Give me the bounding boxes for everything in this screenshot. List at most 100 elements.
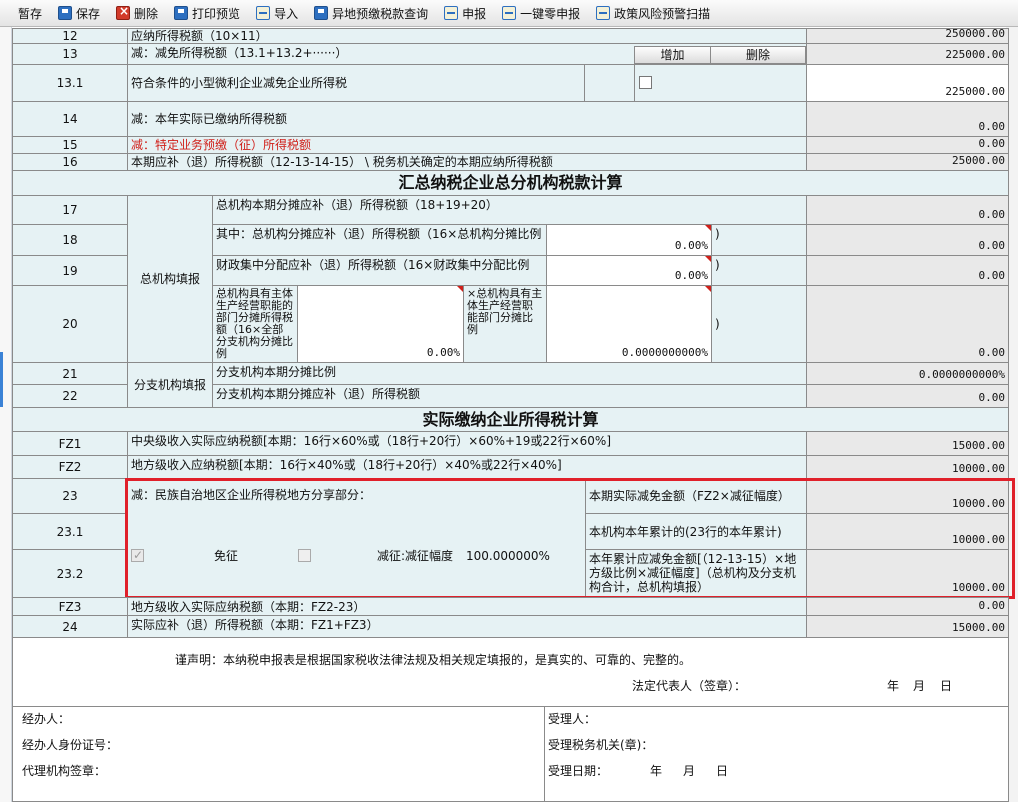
receive-date-label: 受理日期： <box>548 764 609 778</box>
risk-scan-label: 政策风险预警扫描 <box>614 6 711 21</box>
row-22-value: 0.00 <box>806 384 1009 408</box>
row-22-label: 分支机构本期分摊应补（退）所得税额 <box>212 384 807 408</box>
row-fz3-value: 0.00 <box>806 597 1009 616</box>
remote-prepay-query-label: 异地预缴税款查询 <box>332 6 429 21</box>
row-21-number: 21 <box>12 362 128 385</box>
row-fz1-label: 中央级收入实际应纳税额[本期：16行×60%或（18行+20行）×60%+19或… <box>127 431 807 456</box>
row-13-1-blank <box>584 64 635 102</box>
row-19-close: ) <box>711 255 807 286</box>
print-preview-button[interactable]: 打印预览 <box>168 2 246 24</box>
row-18-ratio[interactable]: 0.00% <box>546 224 712 256</box>
query-icon <box>314 6 329 20</box>
declaration-statement: 谨声明：本纳税申报表是根据国家税收法律法规及相关规定填报的，是真实的、可靠的、完… <box>175 653 692 667</box>
row-13-number: 13 <box>12 43 128 65</box>
reduce-label: 减征:减征幅度 <box>377 549 454 563</box>
row-20-number: 20 <box>12 285 128 363</box>
row-14-value: 0.00 <box>806 101 1009 137</box>
row-15-number: 15 <box>12 136 128 154</box>
row-fz2-number: FZ2 <box>12 455 128 479</box>
handler-label: 经办人： <box>22 712 71 726</box>
declare-button[interactable]: 申报 <box>438 2 492 24</box>
receiver-label: 受理人： <box>548 712 597 726</box>
row-20-ratio-b-text: 0.0000000000% <box>621 346 708 359</box>
section-header-consolidated: 汇总纳税企业总分机构税款计算 <box>12 170 1009 196</box>
row-fz1-value: 15000.00 <box>806 431 1009 456</box>
declaration-month: 月 <box>913 679 926 693</box>
row-22-number: 22 <box>12 384 128 408</box>
import-icon <box>256 6 271 20</box>
branch-group-label: 分支机构填报 <box>127 362 213 408</box>
exempt-label: 免征 <box>214 549 239 563</box>
row-23-label: 本期实际减免金额（FZ2×减征幅度） <box>585 478 807 514</box>
row-18-ratio-text: 0.00% <box>674 239 708 252</box>
print-preview-icon <box>174 6 189 20</box>
row-23-1-number: 23.1 <box>12 513 128 550</box>
receive-date-month: 月 <box>683 764 696 778</box>
row-21-value: 0.0000000000% <box>806 362 1009 385</box>
receiver-block <box>544 706 1009 802</box>
small-micro-enterprise-checkbox[interactable] <box>639 76 652 89</box>
save-label: 保存 <box>76 6 101 21</box>
row-20-label-a: 总机构具有主体生产经营职能的部门分摊所得税额（16×全部分支机构分摊比例 <box>212 285 298 363</box>
row-21-label: 分支机构本期分摊比例 <box>212 362 807 385</box>
zero-declare-icon <box>502 6 517 20</box>
row-20-value: 0.00 <box>806 285 1009 363</box>
row-17-value: 0.00 <box>806 195 1009 225</box>
exempt-checkbox[interactable] <box>131 548 144 562</box>
row-13-1-number: 13.1 <box>12 64 128 102</box>
row-20-close: ) <box>711 285 807 363</box>
import-button[interactable]: 导入 <box>250 2 304 24</box>
left-panel-edge <box>0 27 12 802</box>
row-12-label: 应纳所得税额（10×11） <box>127 28 807 44</box>
row-19-number: 19 <box>12 255 128 286</box>
row-18-close: ) <box>711 224 807 256</box>
declaration-year: 年 <box>887 679 900 693</box>
row-14-label: 减：本年实际已缴纳所得税额 <box>127 101 807 137</box>
left-panel-tab[interactable] <box>0 352 3 407</box>
row-13-value: 225000.00 <box>806 43 1009 65</box>
row-20-ratio-a[interactable]: 0.00% <box>297 285 464 363</box>
row-20-label-b: ×总机构具有主体生产经营职能部门分摊比例 <box>463 285 547 363</box>
row-19-ratio[interactable]: 0.00% <box>546 255 712 286</box>
row-20-ratio-b[interactable]: 0.0000000000% <box>546 285 712 363</box>
handler-block <box>12 706 545 802</box>
zero-declare-button[interactable]: 一键零申报 <box>496 2 586 24</box>
row-fz2-label: 地方级收入应纳税额[本期：16行×40%或（18行+20行）×40%或22行×4… <box>127 455 807 479</box>
row-23-value: 10000.00 <box>806 478 1009 514</box>
row-16-number: 16 <box>12 153 128 171</box>
remote-prepay-query-button[interactable]: 异地预缴税款查询 <box>308 2 434 24</box>
print-preview-label: 打印预览 <box>192 6 241 21</box>
row-19-value: 0.00 <box>806 255 1009 286</box>
row-23-2-number: 23.2 <box>12 549 128 598</box>
row-24-label: 实际应补（退）所得税额（本期：FZ1+FZ3） <box>127 615 807 638</box>
stash-label: 暂存 <box>18 6 43 21</box>
row-15-value: 0.00 <box>806 136 1009 154</box>
row-16-label: 本期应补（退）所得税额（12-13-14-15） \ 税务机关确定的本期应纳所得… <box>127 153 807 171</box>
row-18-number: 18 <box>12 224 128 256</box>
row-20-ratio-a-text: 0.00% <box>426 346 460 359</box>
row-13-1-value[interactable]: 225000.00 <box>806 64 1009 102</box>
add-button[interactable]: 增加 <box>634 46 711 64</box>
row-fz1-number: FZ1 <box>12 431 128 456</box>
row-18-value: 0.00 <box>806 224 1009 256</box>
row-17-number: 17 <box>12 195 128 225</box>
receive-date-day: 日 <box>716 764 729 778</box>
reduce-rate: 100.000000% <box>466 549 550 563</box>
agent-seal-label: 代理机构签章： <box>22 764 107 778</box>
section-header-actual-payment: 实际缴纳企业所得税计算 <box>12 407 1009 432</box>
hq-group-label: 总机构填报 <box>127 195 213 363</box>
save-button[interactable]: 保存 <box>52 2 106 24</box>
delete-label: 删除 <box>134 6 159 21</box>
row-13-1-label: 符合条件的小型微利企业减免企业所得税 <box>127 64 585 102</box>
row-24-value: 15000.00 <box>806 615 1009 638</box>
remove-button[interactable]: 删除 <box>710 46 806 64</box>
row-23-2-value: 10000.00 <box>806 549 1009 598</box>
row-17-label: 总机构本期分摊应补（退）所得税额（18+19+20） <box>212 195 807 225</box>
row-19-ratio-text: 0.00% <box>674 269 708 282</box>
risk-scan-button[interactable]: 政策风险预警扫描 <box>590 2 716 24</box>
save-icon <box>58 6 73 20</box>
delete-button[interactable]: 删除 <box>110 2 164 24</box>
reduce-checkbox[interactable] <box>298 549 311 562</box>
declare-icon <box>444 6 459 20</box>
stash-button[interactable]: 暂存 <box>8 2 48 24</box>
